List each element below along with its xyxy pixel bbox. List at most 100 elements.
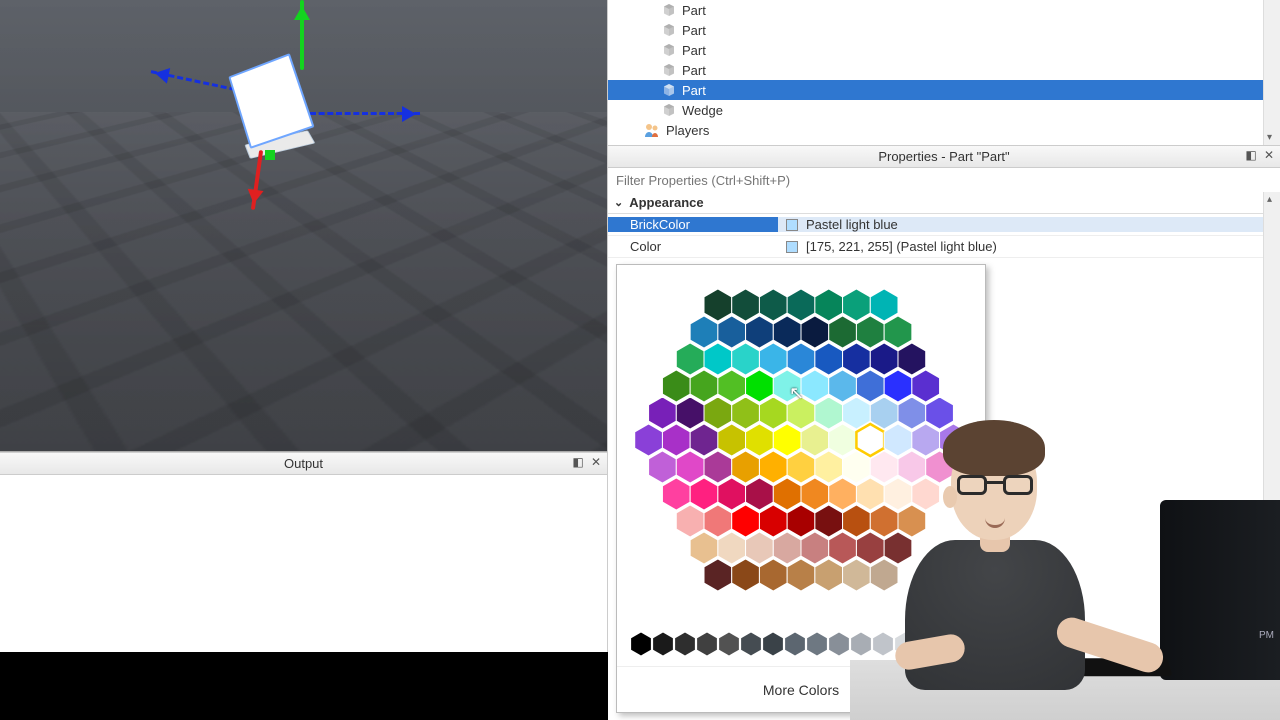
hex-swatch[interactable] <box>926 397 954 429</box>
dock-icon[interactable]: ◧ <box>571 455 585 469</box>
hex-swatch[interactable] <box>787 451 815 483</box>
hex-swatch[interactable] <box>773 370 801 402</box>
hex-swatch[interactable] <box>676 397 704 429</box>
hex-swatch-gray[interactable] <box>697 632 718 656</box>
hex-swatch[interactable] <box>759 505 787 537</box>
hex-swatch[interactable] <box>746 370 774 402</box>
hex-swatch[interactable] <box>676 505 704 537</box>
hex-swatch[interactable] <box>704 559 732 591</box>
dock-icon[interactable]: ◧ <box>1244 148 1258 162</box>
hex-swatch[interactable] <box>815 505 843 537</box>
close-icon[interactable]: ✕ <box>1262 148 1276 162</box>
hex-swatch[interactable] <box>690 532 718 564</box>
properties-filter[interactable] <box>608 168 1280 192</box>
hex-swatch-gray[interactable] <box>675 632 696 656</box>
hex-swatch[interactable] <box>759 289 787 321</box>
explorer-item-part[interactable]: Part <box>608 60 1280 80</box>
explorer-item-part[interactable]: Part <box>608 40 1280 60</box>
hex-swatch[interactable] <box>704 451 732 483</box>
hex-swatch[interactable] <box>898 343 926 375</box>
hex-swatch[interactable] <box>759 559 787 591</box>
axis-x-pos[interactable] <box>310 112 420 115</box>
hex-swatch[interactable] <box>718 316 746 348</box>
properties-header[interactable]: Properties - Part "Part" ◧ ✕ <box>608 146 1280 168</box>
hex-swatch[interactable] <box>815 559 843 591</box>
hex-swatch[interactable] <box>704 289 732 321</box>
hex-swatch[interactable] <box>746 532 774 564</box>
category-appearance[interactable]: ⌄ Appearance <box>608 192 1280 214</box>
hex-swatch[interactable] <box>843 289 871 321</box>
hex-swatch[interactable] <box>870 397 898 429</box>
hex-swatch[interactable] <box>815 451 843 483</box>
hex-swatch[interactable] <box>704 397 732 429</box>
hex-swatch[interactable] <box>759 451 787 483</box>
hex-swatch[interactable] <box>759 343 787 375</box>
hex-swatch[interactable] <box>732 505 760 537</box>
hex-swatch[interactable] <box>801 478 829 510</box>
filter-input[interactable] <box>608 168 1280 192</box>
hex-swatch[interactable] <box>746 316 774 348</box>
hex-swatch[interactable] <box>662 370 690 402</box>
hex-swatch[interactable] <box>856 316 884 348</box>
hex-swatch[interactable] <box>773 424 801 456</box>
hex-swatch[interactable] <box>773 478 801 510</box>
hex-swatch[interactable] <box>718 532 746 564</box>
hex-swatch[interactable] <box>912 370 940 402</box>
hex-swatch[interactable] <box>732 559 760 591</box>
axis-y-handle[interactable] <box>265 150 275 160</box>
hex-swatch[interactable] <box>787 559 815 591</box>
hex-swatch[interactable] <box>662 424 690 456</box>
hex-swatch[interactable] <box>649 397 677 429</box>
hex-swatch[interactable] <box>690 316 718 348</box>
hex-swatch[interactable] <box>801 424 829 456</box>
hex-swatch[interactable] <box>898 397 926 429</box>
hex-swatch-gray[interactable] <box>653 632 674 656</box>
hex-swatch[interactable] <box>843 397 871 429</box>
hex-swatch[interactable] <box>690 478 718 510</box>
hex-swatch[interactable] <box>718 478 746 510</box>
hex-swatch[interactable] <box>718 424 746 456</box>
hex-swatch[interactable] <box>732 289 760 321</box>
hex-swatch-gray[interactable] <box>719 632 740 656</box>
hex-swatch[interactable] <box>843 343 871 375</box>
close-icon[interactable]: ✕ <box>589 455 603 469</box>
hex-swatch[interactable] <box>676 451 704 483</box>
hex-swatch[interactable] <box>718 370 746 402</box>
hex-swatch[interactable] <box>815 397 843 429</box>
hex-swatch[interactable] <box>759 397 787 429</box>
hex-swatch[interactable] <box>801 532 829 564</box>
hex-swatch[interactable] <box>787 397 815 429</box>
property-row-color[interactable]: Color[175, 221, 255] (Pastel light blue) <box>608 236 1280 258</box>
hex-swatch[interactable] <box>690 370 718 402</box>
hex-swatch[interactable] <box>787 343 815 375</box>
hex-swatch[interactable] <box>773 532 801 564</box>
hex-swatch[interactable] <box>704 505 732 537</box>
hex-swatch[interactable] <box>787 289 815 321</box>
viewport-3d[interactable] <box>0 0 607 452</box>
selected-part-3d[interactable] <box>236 62 306 152</box>
hex-swatch[interactable] <box>704 343 732 375</box>
property-row-brickcolor[interactable]: BrickColorPastel light blue <box>608 214 1280 236</box>
hex-swatch[interactable] <box>815 343 843 375</box>
hex-swatch[interactable] <box>870 289 898 321</box>
hex-swatch[interactable] <box>690 424 718 456</box>
hex-swatch[interactable] <box>732 451 760 483</box>
explorer-item-part[interactable]: Part <box>608 80 1280 100</box>
explorer-item-part[interactable]: Wedge <box>608 100 1280 120</box>
hex-swatch[interactable] <box>815 289 843 321</box>
output-header[interactable]: Output ◧ ✕ <box>0 453 607 475</box>
hex-swatch-gray[interactable] <box>807 632 828 656</box>
hex-swatch[interactable] <box>856 370 884 402</box>
hex-swatch[interactable] <box>829 370 857 402</box>
hex-swatch-gray[interactable] <box>631 632 652 656</box>
hex-swatch[interactable] <box>801 316 829 348</box>
explorer-item-part[interactable]: Part <box>608 0 1280 20</box>
explorer-scrollbar[interactable] <box>1263 0 1280 145</box>
hex-swatch[interactable] <box>746 478 774 510</box>
hex-swatch[interactable] <box>676 343 704 375</box>
explorer-item-players[interactable]: Players <box>608 120 1280 140</box>
hex-swatch[interactable] <box>732 343 760 375</box>
hex-swatch[interactable] <box>746 424 774 456</box>
explorer-item-part[interactable]: Part <box>608 20 1280 40</box>
hex-swatch-gray[interactable] <box>785 632 806 656</box>
